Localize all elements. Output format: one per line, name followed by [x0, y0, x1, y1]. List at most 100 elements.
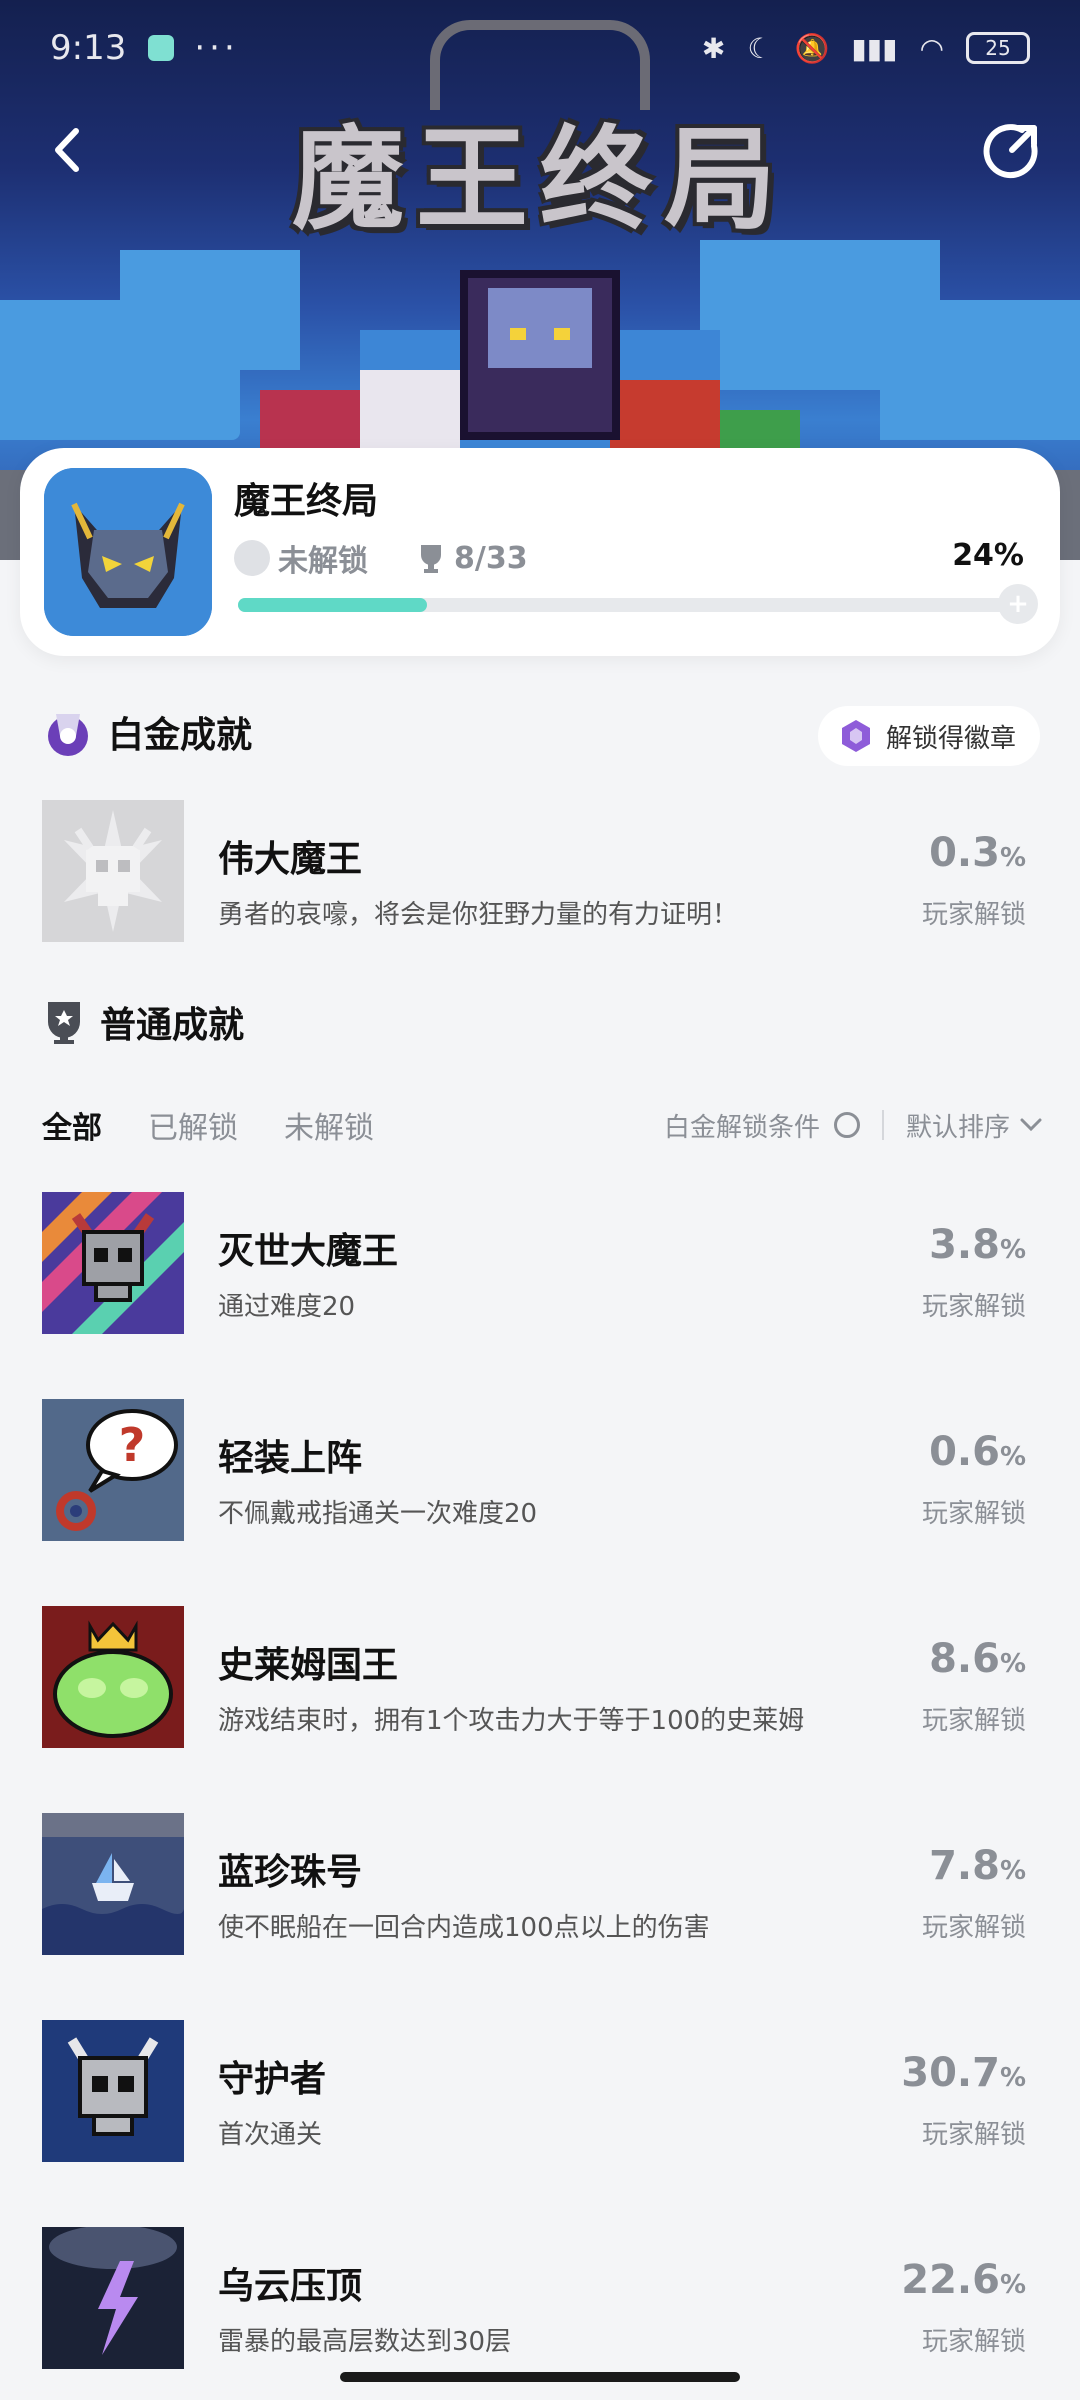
game-info-card: 魔王终局 未解锁 8/33 24% +	[20, 448, 1060, 656]
completion-progress-bar: +	[238, 584, 1038, 624]
ship-icon	[42, 1813, 184, 1955]
demon-face	[488, 288, 592, 368]
achievement-thumbnail	[42, 1192, 184, 1334]
trophy-count: 8/33	[418, 541, 528, 576]
notification-app-icon	[148, 35, 175, 61]
platinum-condition-label: 白金解锁条件	[663, 1112, 820, 1143]
achievement-percent-value: 30.7	[901, 2050, 1000, 2096]
achievement-thumbnail: ?	[42, 1399, 184, 1541]
achievement-row[interactable]: 守护者 首次通关 30.7% 玩家解锁	[42, 2020, 1042, 2164]
demon-eye	[554, 328, 570, 340]
divider	[881, 1110, 884, 1140]
back-button[interactable]	[28, 110, 108, 190]
status-icons: ✱ ☾ 🔕 ▮▮▮ ◠ 25	[702, 32, 1030, 65]
banner-demon-lord	[460, 270, 620, 440]
platinum-section-title: 白金成就	[108, 715, 253, 756]
achievement-filter-bar: 全部 已解锁 未解锁 白金解锁条件 默认排序	[42, 1100, 1042, 1150]
badge-icon	[841, 720, 870, 752]
status-bar: 9:13 ··· ✱ ☾ 🔕 ▮▮▮ ◠ 25	[0, 0, 1080, 96]
trophy-count-value: 8/33	[454, 540, 528, 576]
achievement-row[interactable]: 乌云压顶 雷暴的最高层数达到30层 22.6% 玩家解锁	[42, 2227, 1042, 2371]
achievement-name: 守护者	[218, 2059, 327, 2100]
banner-cloud	[880, 300, 1080, 440]
achievement-name: 蓝珍珠号	[218, 1852, 363, 1893]
platinum-trophy-icon	[48, 714, 88, 756]
achievement-row[interactable]: 蓝珍珠号 使不眠船在一回合内造成100点以上的伤害 7.8% 玩家解锁	[42, 1813, 1042, 1957]
platinum-section-header: 白金成就	[42, 706, 252, 758]
achievement-percent-label: 玩家解锁	[921, 1706, 1026, 1736]
question-bubble-icon: ?	[42, 1399, 184, 1541]
achievement-percent-unit: %	[999, 2270, 1026, 2300]
demon-mask-icon	[44, 468, 212, 636]
achievement-thumbnail	[42, 2227, 184, 2369]
achievement-percent-value: 8.6	[929, 1636, 1000, 1682]
tab-all[interactable]: 全部	[42, 1103, 102, 1147]
share-button[interactable]	[972, 110, 1052, 190]
progress-end-plus-icon: +	[998, 584, 1038, 624]
achievement-row[interactable]: ? 轻装上阵 不佩戴戒指通关一次难度20 0.6% 玩家解锁	[42, 1399, 1042, 1543]
guardian-skull-icon	[42, 2020, 184, 2162]
storm-cloud-icon	[42, 2227, 184, 2369]
mute-icon: 🔕	[794, 31, 830, 65]
platinum-achievement-row[interactable]: 伟大魔王 勇者的哀嚎，将会是你狂野力量的有力证明！ 0.3% 玩家解锁	[42, 800, 1042, 944]
status-more-dots: ···	[194, 28, 239, 68]
banner-logo-title: 魔王终局	[292, 115, 788, 245]
platinum-condition-filter[interactable]: 白金解锁条件	[664, 1107, 860, 1144]
achievement-page: 魔王终局 9:13 ··· ✱ ☾ 🔕 ▮▮▮ ◠ 25 魔王终局 未解锁 8/…	[0, 0, 1080, 2400]
achievement-percent-unit: %	[999, 843, 1026, 873]
achievement-percent-unit: %	[999, 1442, 1026, 1472]
platinum-status: 未解锁	[278, 544, 368, 579]
home-indicator[interactable]	[340, 2372, 740, 2382]
achievement-percent-unit: %	[999, 2063, 1026, 2093]
chevron-down-icon	[1020, 1118, 1042, 1132]
achievement-desc: 使不眠船在一回合内造成100点以上的伤害	[218, 1913, 710, 1943]
wifi-icon: ◠	[919, 31, 944, 65]
achievement-desc: 首次通关	[218, 2120, 323, 2150]
filter-sort-group: 白金解锁条件 默认排序	[664, 1107, 1042, 1144]
achievement-percent-value: 3.8	[929, 1222, 1000, 1268]
achievement-percent-label: 玩家解锁	[921, 2327, 1026, 2357]
achievement-desc: 雷暴的最高层数达到30层	[218, 2327, 512, 2357]
platinum-gem-icon	[234, 540, 270, 576]
game-app-icon	[44, 468, 212, 636]
achievement-percent: 22.6%	[901, 2257, 1026, 2303]
achievement-percent-unit: %	[999, 1235, 1026, 1265]
achievement-percent: 7.8%	[929, 1843, 1026, 1889]
achievement-percent: 3.8%	[929, 1222, 1026, 1268]
achievement-thumbnail	[42, 2020, 184, 2162]
achievement-name: 乌云压顶	[218, 2266, 363, 2307]
achievement-percent-label: 玩家解锁	[921, 1913, 1026, 1943]
skull-icon	[42, 800, 184, 942]
unlock-badge-label: 解锁得徽章	[885, 723, 1016, 754]
svg-text:?: ?	[119, 1418, 146, 1472]
achievement-percent: 30.7%	[901, 2050, 1026, 2096]
sort-dropdown[interactable]: 默认排序	[906, 1107, 1042, 1144]
achievement-desc: 通过难度20	[218, 1292, 356, 1322]
trophy-icon	[421, 545, 441, 573]
achievement-percent: 0.6%	[929, 1429, 1026, 1475]
achievement-thumbnail	[42, 1813, 184, 1955]
bluetooth-icon: ✱	[701, 31, 726, 65]
achievement-name: 轻装上阵	[218, 1438, 363, 1479]
achievement-percent-unit: %	[999, 1856, 1026, 1886]
achievement-percent-value: 0.6	[929, 1429, 1000, 1475]
share-icon	[983, 124, 1038, 179]
completion-percent: 24%	[952, 538, 1024, 573]
rainbow-skull-icon	[42, 1192, 184, 1334]
normal-section-header: 普通成就	[42, 996, 244, 1048]
tab-locked[interactable]: 未解锁	[284, 1103, 374, 1147]
achievement-percent-value: 7.8	[929, 1843, 1000, 1889]
achievement-name: 灭世大魔王	[218, 1231, 399, 1272]
achievement-desc: 游戏结束时，拥有1个攻击力大于等于100的史莱姆	[218, 1706, 805, 1736]
unlock-badge-button[interactable]: 解锁得徽章	[817, 706, 1040, 766]
platinum-condition-radio[interactable]	[833, 1112, 860, 1138]
achievement-percent-label: 玩家解锁	[921, 2120, 1026, 2150]
moon-icon: ☾	[747, 31, 773, 65]
achievement-row[interactable]: 灭世大魔王 通过难度20 3.8% 玩家解锁	[42, 1192, 1042, 1336]
tab-unlocked[interactable]: 已解锁	[148, 1103, 238, 1147]
achievement-percent-label: 玩家解锁	[921, 900, 1026, 930]
achievement-desc: 不佩戴戒指通关一次难度20	[218, 1499, 538, 1529]
progress-fill	[238, 598, 427, 612]
chevron-left-icon	[55, 128, 79, 172]
achievement-row[interactable]: 史莱姆国王 游戏结束时，拥有1个攻击力大于等于100的史莱姆 8.6% 玩家解锁	[42, 1606, 1042, 1750]
